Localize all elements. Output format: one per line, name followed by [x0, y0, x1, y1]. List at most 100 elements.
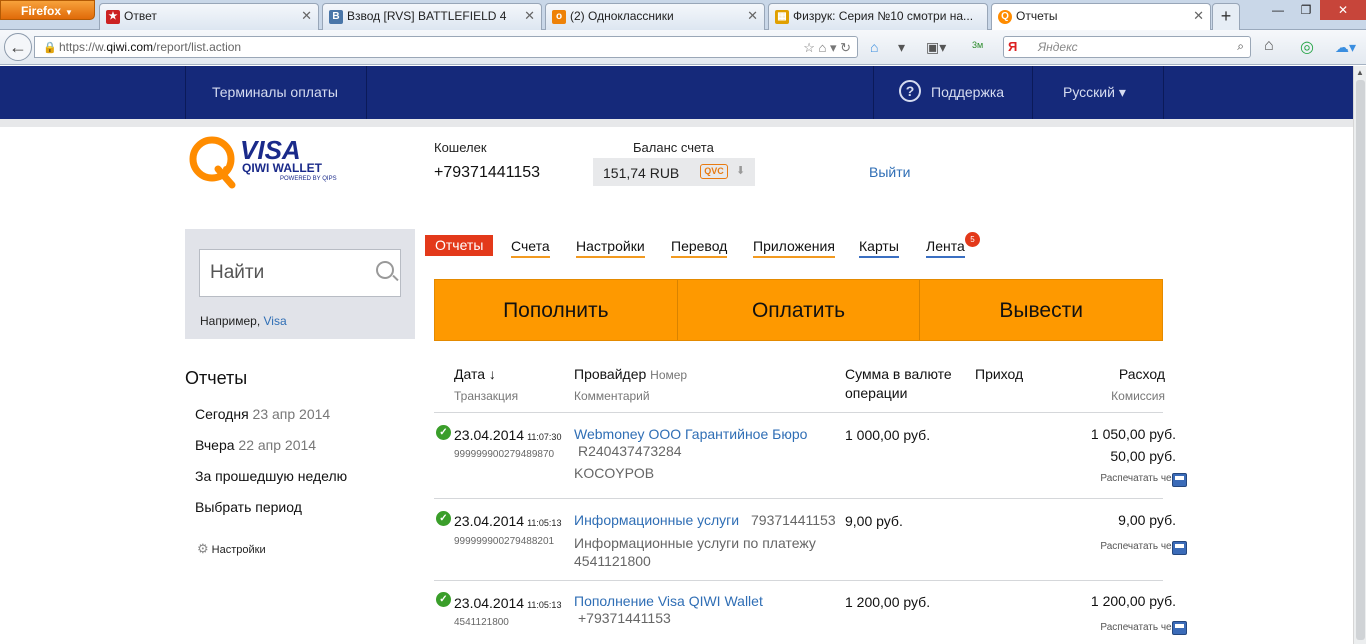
firefox-menu-button[interactable]: Firefox ▼ — [0, 0, 95, 20]
minimize-icon[interactable]: — — [1264, 3, 1292, 17]
row-number: +79371441153 — [578, 610, 671, 626]
close-tab-icon[interactable]: ✕ — [301, 8, 312, 24]
tab-cards[interactable]: Карты — [859, 238, 899, 258]
balance-box[interactable]: 151,74 RUB QVC ⬇ — [593, 158, 755, 186]
bookmarks-icon[interactable]: ▣▾ — [926, 39, 946, 56]
url-bar[interactable]: 🔒 https://w.qiwi.com/report/list.action … — [34, 36, 858, 58]
header-divider — [1163, 66, 1164, 119]
vk-icon: В — [329, 10, 343, 24]
cloud-icon[interactable]: ☁▾ — [1335, 39, 1356, 56]
row-provider-link[interactable]: Webmoney ООО Гарантийное Бюро — [574, 426, 807, 442]
example-visa-link[interactable]: Visa — [264, 314, 287, 328]
row-comment-continued: 4541121800 — [574, 553, 651, 569]
row-comment: Информационные услуги по платежу — [574, 535, 816, 551]
row-date: 23.04.2014 — [454, 513, 525, 529]
back-arrow-icon[interactable]: ← — [4, 33, 32, 61]
arrow-down-icon[interactable]: ⬇ — [736, 164, 745, 177]
sidebar-item-today[interactable]: Сегодня 23 апр 2014 — [195, 406, 330, 422]
row-amount: 9,00 руб. — [845, 513, 903, 529]
sidebar-item-last-week[interactable]: За прошедшую неделю — [195, 468, 347, 484]
print-receipt-link[interactable]: Распечатать чек — [1100, 622, 1176, 633]
sidebar-title: Отчеты — [185, 368, 248, 388]
yandex-search-input[interactable]: Я Яндекс ⌕ — [1003, 36, 1251, 58]
payment-terminals-link[interactable]: Терминалы оплаты — [212, 84, 338, 100]
tab-apps[interactable]: Приложения — [753, 238, 835, 258]
tab-feed[interactable]: Лента — [926, 238, 965, 258]
printer-icon[interactable] — [1172, 473, 1187, 487]
row-transaction-id: 999999900279488201 — [454, 536, 555, 547]
tab-fizruk[interactable]: ▦ Физрук: Серия №10 смотри на... — [768, 3, 988, 30]
language-selector[interactable]: Русский ▾ — [1063, 84, 1126, 101]
header-shadow-strip — [0, 119, 1353, 127]
header-divider — [873, 66, 874, 119]
printer-icon[interactable] — [1172, 541, 1187, 555]
search-icon[interactable] — [376, 261, 394, 279]
close-window-icon[interactable]: ✕ — [1320, 0, 1366, 20]
tab-odnoklassniki[interactable]: о (2) Одноклассники ✕ — [545, 3, 765, 30]
print-receipt-link[interactable]: Распечатать чек — [1100, 473, 1176, 484]
row-time: 11:05:13 — [527, 600, 562, 610]
close-tab-icon[interactable]: ✕ — [747, 8, 758, 24]
tab-battlefield[interactable]: В Взвод [RVS] BATTLEFIELD 4 ✕ — [322, 3, 542, 30]
pay-button[interactable]: Оплатить — [678, 280, 921, 340]
col-transaction-header: Транзакция — [454, 389, 519, 403]
star-icon: ★ — [106, 10, 120, 24]
sidebar-item-yesterday[interactable]: Вчера 22 апр 2014 — [195, 437, 316, 453]
col-amount-header-line1: Сумма в валюте — [845, 366, 952, 382]
scroll-up-icon[interactable]: ▲ — [1356, 68, 1364, 77]
qvc-badge[interactable]: QVC — [700, 164, 728, 179]
sidebar-item-choose-period[interactable]: Выбрать период — [195, 499, 302, 515]
sidebar-settings-link[interactable]: ⚙ Настройки — [197, 541, 266, 557]
table-divider — [434, 412, 1163, 413]
qiwi-icon: Q — [998, 10, 1012, 24]
row-provider-link[interactable]: Пополнение Visa QIWI Wallet — [574, 593, 763, 609]
col-date-header[interactable]: Дата ↓ — [454, 366, 496, 382]
success-check-icon: ✓ — [436, 425, 451, 440]
visa-qiwi-logo[interactable]: VISA QIWI WALLET POWERED BY QIPS — [188, 135, 338, 191]
col-expense-header: Расход — [1118, 366, 1165, 382]
col-comment-header: Комментарий — [574, 389, 650, 403]
home-icon[interactable]: ⌂ — [1264, 37, 1274, 55]
logout-link[interactable]: Выйти — [869, 164, 910, 180]
lock-icon: 🔒 — [43, 42, 57, 54]
chevron-down-icon[interactable]: ▾ — [898, 39, 905, 56]
table-divider — [434, 580, 1163, 581]
header-divider — [185, 66, 186, 119]
search-panel: Найти Например, Visa — [185, 229, 415, 339]
report-search-input[interactable]: Найти — [199, 249, 401, 297]
tab-accounts[interactable]: Счета — [511, 238, 550, 258]
tab-transfer[interactable]: Перевод — [671, 238, 728, 258]
row-comment: KOCOYPOB — [574, 465, 655, 481]
window-controls: — ❐ ✕ — [1264, 0, 1366, 20]
wallet-label: Кошелек — [434, 140, 487, 155]
tab-settings[interactable]: Настройки — [576, 238, 645, 258]
printer-icon[interactable] — [1172, 621, 1187, 635]
wallet-number: +79371441153 — [434, 164, 541, 181]
print-receipt-link[interactable]: Распечатать чек — [1100, 541, 1176, 552]
search-example: Например, Visa — [200, 314, 287, 328]
scroll-thumb[interactable] — [1356, 80, 1365, 640]
success-check-icon: ✓ — [436, 511, 451, 526]
withdraw-button[interactable]: Вывести — [920, 280, 1162, 340]
help-icon[interactable]: ? — [899, 80, 921, 102]
counter-badge-icon[interactable]: 3м — [972, 40, 983, 50]
row-expense: 1 050,00 руб. — [1090, 426, 1176, 442]
browser-window: { "browser": { "menu_button": "Firefox",… — [0, 0, 1366, 644]
addon-circle-icon[interactable]: ◎ — [1300, 37, 1314, 57]
topup-button[interactable]: Пополнить — [435, 280, 678, 340]
close-tab-icon[interactable]: ✕ — [1193, 8, 1204, 24]
home-grid-icon[interactable]: ⌂ — [870, 39, 878, 55]
page-scrollbar[interactable]: ▲ — [1353, 66, 1366, 644]
tab-reports[interactable]: Q Отчеты ✕ — [991, 3, 1211, 31]
close-tab-icon[interactable]: ✕ — [524, 8, 535, 24]
support-link[interactable]: Поддержка — [931, 84, 1004, 100]
bookmark-star-icon[interactable]: ☆ ⌂ ▾ ↻ — [803, 40, 851, 56]
search-icon[interactable]: ⌕ — [1237, 39, 1244, 54]
tab-reports-active[interactable]: Отчеты — [425, 235, 494, 256]
restore-icon[interactable]: ❐ — [1292, 3, 1320, 17]
row-transaction-id: 4541121800 — [454, 617, 509, 628]
tab-answer[interactable]: ★ Ответ ✕ — [99, 3, 319, 30]
row-provider-link[interactable]: Информационные услуги — [574, 512, 739, 528]
row-date: 23.04.2014 — [454, 427, 525, 443]
new-tab-button[interactable]: + — [1212, 3, 1240, 30]
